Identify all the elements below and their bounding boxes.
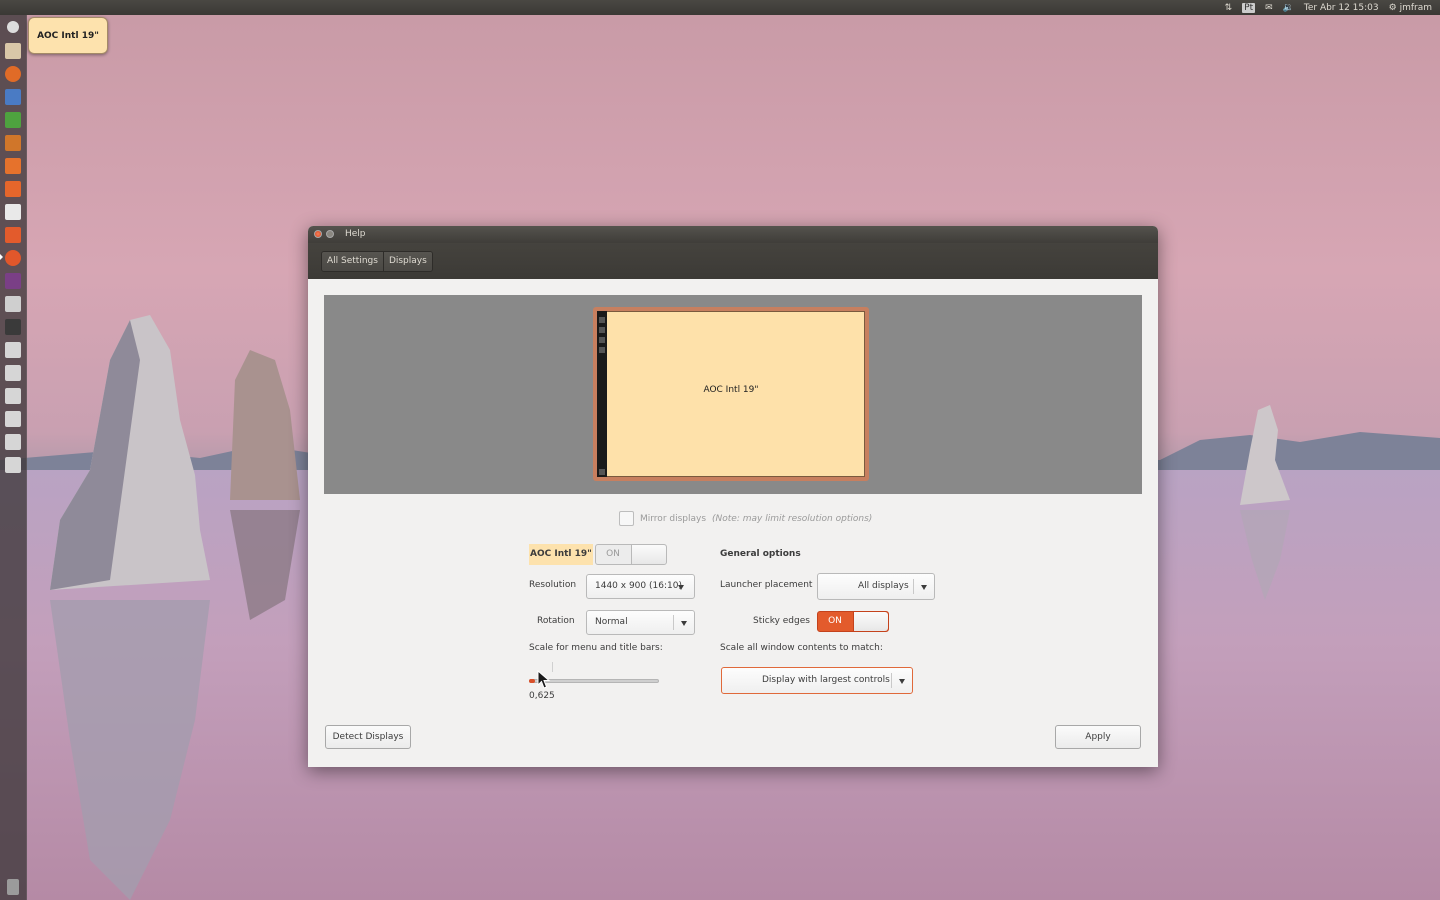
scale-all-combo[interactable]: Display with largest controls — [721, 667, 913, 694]
resolution-label: Resolution — [529, 580, 577, 590]
launcher — [0, 15, 27, 900]
rotation-combo[interactable]: Normal — [586, 610, 695, 635]
software-center-icon[interactable] — [5, 158, 21, 174]
toolbar: All Settings Displays — [308, 243, 1158, 279]
calc-icon[interactable] — [5, 112, 21, 128]
display-tooltip: AOC Intl 19" — [28, 17, 108, 54]
top-panel: ⇅ Pt ✉ 🔉 Ter Abr 12 15:03 ⚙ jmfram — [0, 0, 1440, 15]
launcher-placement-value: All displays — [858, 581, 909, 591]
mirror-displays-label: Mirror displays — [640, 513, 707, 524]
amazon-icon[interactable] — [5, 204, 21, 220]
window-title: Help — [345, 229, 366, 239]
combo-separator — [913, 579, 914, 594]
ubuntu-one-music-icon[interactable] — [5, 227, 21, 243]
monitor-label: AOC Intl 19" — [703, 385, 759, 395]
files-icon[interactable] — [5, 43, 21, 59]
dash-home-icon[interactable] — [7, 21, 19, 33]
resolution-combo[interactable]: 1440 x 900 (16:10) — [586, 574, 695, 599]
window-icon-3[interactable] — [5, 388, 21, 404]
scale-slider-fill[interactable] — [529, 679, 535, 683]
window-icon-1[interactable] — [5, 342, 21, 358]
terminal-icon[interactable] — [5, 319, 21, 335]
viewer-icon[interactable] — [5, 296, 21, 312]
chevron-down-icon — [678, 585, 684, 590]
launcher-placement-label: Launcher placement — [720, 580, 813, 590]
switch-knob — [631, 545, 666, 564]
scale-value: 0,625 — [529, 691, 555, 701]
monitor-preview[interactable]: AOC Intl 19" — [593, 307, 869, 481]
apply-button[interactable]: Apply — [1055, 725, 1141, 749]
desktop-tufa-rocks — [50, 315, 300, 900]
combo-separator — [673, 615, 674, 630]
clock[interactable]: Ter Abr 12 15:03 — [1304, 3, 1379, 13]
window-icon-5[interactable] — [5, 434, 21, 450]
keyboard-layout-indicator[interactable]: Pt — [1242, 2, 1256, 13]
desktop-tufa-right — [1240, 405, 1290, 600]
resolution-value: 1440 x 900 (16:10) — [595, 581, 682, 591]
system-settings-icon[interactable] — [5, 250, 21, 266]
ubuntu-one-icon[interactable] — [5, 181, 21, 197]
scale-all-label: Scale all window contents to match: — [720, 643, 883, 653]
switch-knob — [853, 612, 888, 631]
window-icon-4[interactable] — [5, 411, 21, 427]
workspace-switcher-icon[interactable] — [5, 273, 21, 289]
writer-icon[interactable] — [5, 89, 21, 105]
slider-tick — [552, 662, 553, 672]
rotation-label: Rotation — [537, 616, 575, 626]
speaker-icon[interactable]: 🔉 — [1283, 3, 1294, 13]
titlebar[interactable]: Help — [308, 226, 1158, 243]
display-name-label: AOC Intl 19" — [529, 544, 593, 565]
network-icon[interactable]: ⇅ — [1225, 3, 1233, 13]
displays-window: Help All Settings Displays AOC Intl 19" … — [308, 226, 1158, 767]
impress-icon[interactable] — [5, 135, 21, 151]
session-menu[interactable]: ⚙ jmfram — [1389, 3, 1432, 13]
close-button[interactable] — [314, 230, 322, 238]
launcher-placement-combo[interactable]: All displays — [817, 573, 935, 600]
window-icon-6[interactable] — [5, 457, 21, 473]
window-icon-2[interactable] — [5, 365, 21, 381]
gear-icon: ⚙ — [1388, 2, 1397, 13]
scale-all-value: Display with largest controls — [762, 675, 890, 685]
user-name: jmfram — [1399, 2, 1432, 13]
display-power-switch[interactable]: ON — [595, 544, 667, 565]
sticky-edges-switch-label: ON — [828, 616, 842, 626]
mirror-displays-checkbox[interactable] — [619, 511, 634, 526]
firefox-icon[interactable] — [5, 66, 21, 82]
mirror-displays-note: (Note: may limit resolution options) — [712, 513, 873, 524]
breadcrumb-displays[interactable]: Displays — [382, 252, 432, 271]
mouse-pointer-icon — [537, 670, 551, 689]
chevron-down-icon — [899, 679, 905, 684]
mail-icon[interactable]: ✉ — [1265, 3, 1273, 13]
display-arrangement-area[interactable]: AOC Intl 19" — [324, 295, 1142, 494]
chevron-down-icon — [921, 585, 927, 590]
detect-displays-button[interactable]: Detect Displays — [325, 725, 411, 749]
rotation-value: Normal — [595, 617, 628, 627]
sticky-edges-label: Sticky edges — [753, 616, 810, 626]
chevron-down-icon — [681, 621, 687, 626]
breadcrumb: All Settings Displays — [321, 251, 433, 272]
trash-icon[interactable] — [7, 879, 19, 895]
breadcrumb-all-settings[interactable]: All Settings — [322, 252, 383, 271]
minimize-button[interactable] — [326, 230, 334, 238]
sticky-edges-switch[interactable]: ON — [817, 611, 889, 632]
general-options-heading: General options — [720, 549, 801, 559]
active-app-arrow — [0, 254, 3, 260]
combo-separator — [891, 673, 892, 688]
scale-label: Scale for menu and title bars: — [529, 643, 663, 653]
display-power-switch-label: ON — [606, 549, 620, 559]
mirror-displays-row: Mirror displays (Note: may limit resolut… — [619, 511, 872, 526]
